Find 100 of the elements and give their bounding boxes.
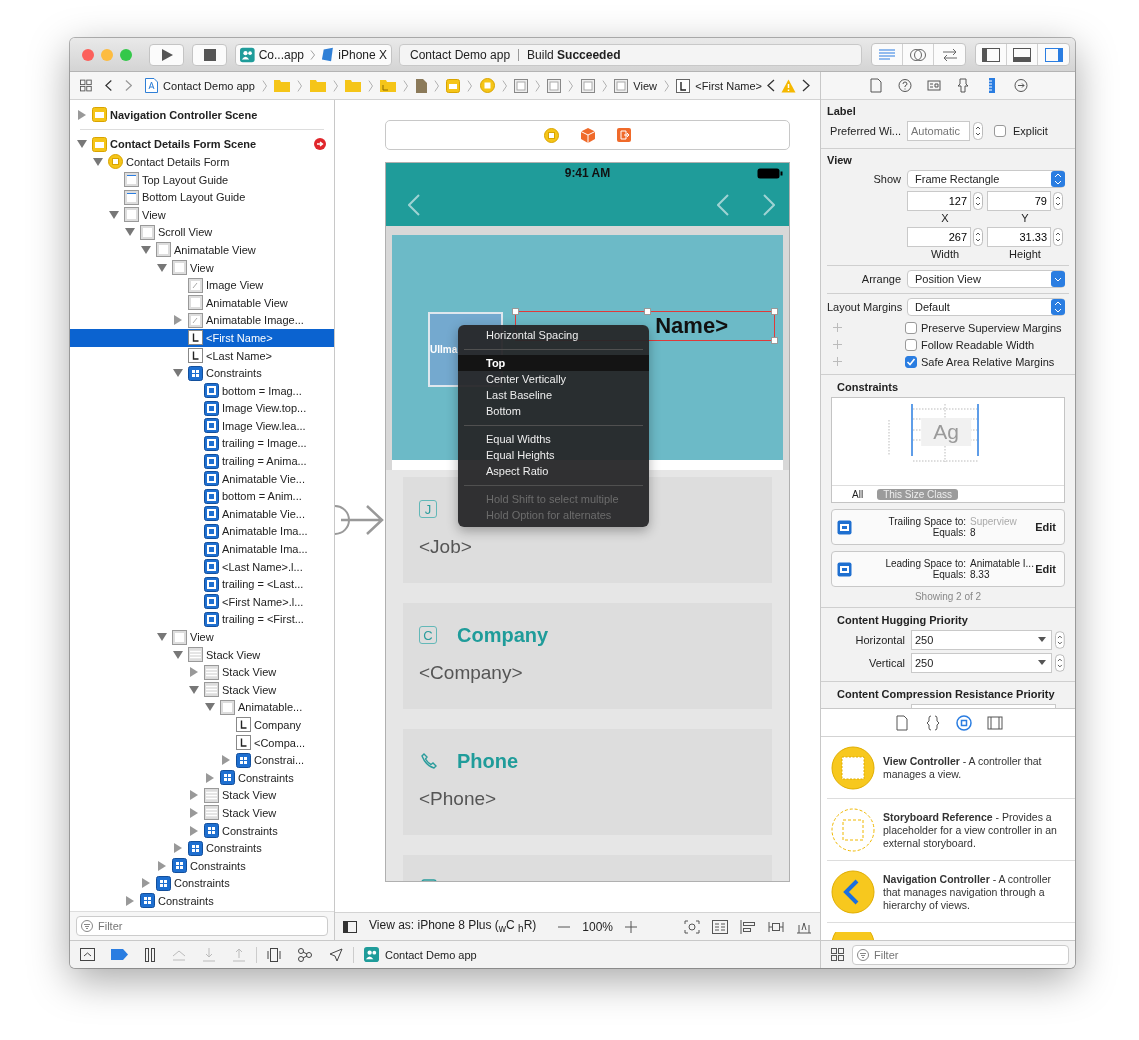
disclosure-triangle-icon[interactable]: [190, 807, 198, 818]
path-item[interactable]: [415, 78, 427, 93]
outline-item[interactable]: Constraints: [70, 856, 334, 875]
disclosure-triangle-icon[interactable]: [126, 895, 134, 906]
stepper[interactable]: [1055, 631, 1065, 649]
debug-target[interactable]: Contact Demo app: [385, 948, 477, 961]
disclosure-triangle-icon[interactable]: [174, 843, 182, 854]
outline-item[interactable]: Constraints: [70, 364, 334, 382]
disclosure-triangle-icon[interactable]: [190, 790, 198, 801]
path-item[interactable]: [446, 78, 461, 93]
layout-margins-popup[interactable]: Default: [907, 298, 1065, 316]
menu-item[interactable]: Aspect Ratio: [458, 463, 649, 479]
outline-item[interactable]: Scroll View: [70, 223, 334, 242]
outline-label[interactable]: View: [190, 631, 214, 643]
priority-combo-box[interactable]: 250: [911, 653, 1053, 673]
stop-button[interactable]: [192, 43, 227, 66]
outline-label[interactable]: <Compa...: [254, 736, 306, 749]
menu-item[interactable]: Equal Widths: [458, 431, 649, 447]
outline-label[interactable]: Animatable Vie...: [222, 472, 305, 485]
outline-item[interactable]: View: [70, 205, 334, 224]
outline-label[interactable]: Stack View: [222, 806, 277, 819]
edit-button[interactable]: Edit: [1035, 521, 1056, 533]
filter-field[interactable]: Filter: [76, 916, 328, 936]
help-inspector-tab[interactable]: [896, 78, 913, 93]
outline-item[interactable]: Navigation Controller Scene: [70, 106, 334, 124]
menu-item[interactable]: Top: [458, 355, 649, 371]
disclosure-triangle-icon[interactable]: [190, 825, 198, 836]
disclosure-triangle-icon[interactable]: [173, 650, 183, 659]
stepper[interactable]: [973, 228, 983, 246]
outline-label[interactable]: Constraints: [206, 367, 262, 380]
outline-item[interactable]: Animatable Ima...: [70, 522, 334, 541]
outline-label[interactable]: Constraints: [238, 771, 294, 784]
outline-item[interactable]: trailing = Image...: [70, 434, 334, 453]
outline-item[interactable]: Company: [70, 716, 334, 734]
outline-item[interactable]: Top Layout Guide: [70, 170, 334, 189]
outline-item[interactable]: Stack View: [70, 681, 334, 699]
disclosure-triangle-icon[interactable]: [189, 685, 199, 694]
sidebar-icon[interactable]: [343, 920, 357, 933]
show-popup[interactable]: Frame Rectangle: [907, 170, 1065, 188]
stepper[interactable]: [973, 122, 983, 140]
stepper[interactable]: [973, 192, 983, 210]
arrange-popup[interactable]: Position View: [907, 270, 1065, 288]
outline-item[interactable]: Constraints: [70, 839, 334, 857]
previous-icon[interactable]: [717, 193, 729, 216]
outline-item[interactable]: <Last Name>: [70, 346, 334, 365]
outline-label[interactable]: Navigation Controller Scene: [110, 108, 258, 121]
explicit-checkbox[interactable]: [994, 125, 1006, 137]
outline-label[interactable]: Animatable Ima...: [222, 525, 308, 538]
breakpoints-icon[interactable]: [111, 949, 128, 960]
add-constraints-icon[interactable]: [768, 919, 784, 934]
disclosure-triangle-icon[interactable]: [157, 263, 167, 272]
path-item[interactable]: View: [614, 78, 657, 93]
disclosure-triangle-icon[interactable]: [157, 633, 167, 641]
path-label[interactable]: Contact Demo app: [163, 79, 255, 92]
controller-icon[interactable]: [544, 127, 559, 143]
forward-icon[interactable]: [124, 79, 133, 92]
device-name[interactable]: iPhone X: [338, 47, 387, 62]
outline-item[interactable]: bottom = Anim...: [70, 487, 334, 506]
outline-label[interactable]: Animatable View: [206, 296, 288, 309]
disclosure-triangle-icon[interactable]: [125, 228, 135, 237]
priority-combo-box[interactable]: 250: [911, 630, 1053, 650]
outline-item[interactable]: Animatable View: [70, 293, 334, 312]
outline-item[interactable]: Stack View: [70, 786, 334, 805]
outline-item[interactable]: trailing = <First...: [70, 610, 334, 629]
outline-label[interactable]: View: [142, 208, 166, 221]
identity-inspector-tab[interactable]: [925, 78, 942, 93]
menu-item[interactable]: Center Vertically: [458, 371, 649, 387]
outline-label[interactable]: Animatable...: [238, 701, 303, 714]
outline-label[interactable]: Stack View: [222, 789, 277, 802]
outline-label[interactable]: <First Name>.l...: [222, 595, 304, 608]
outline-label[interactable]: Constraints: [222, 824, 278, 837]
outline-item[interactable]: Animatable Vie...: [70, 469, 334, 488]
outline-label[interactable]: Company: [254, 719, 302, 731]
outline-item[interactable]: Constraints: [70, 768, 334, 787]
align-icon[interactable]: [740, 919, 756, 934]
disclosure-triangle-icon[interactable]: [158, 860, 166, 871]
cube-icon[interactable]: [581, 127, 595, 143]
media-library-tab[interactable]: [986, 714, 1003, 731]
outline-label[interactable]: Animatable View: [174, 243, 256, 256]
location-icon[interactable]: [329, 947, 343, 962]
option-checkbox[interactable]: [905, 338, 917, 351]
outline-label[interactable]: Bottom Layout Guide: [142, 191, 246, 204]
outline-label[interactable]: Image View: [206, 279, 264, 292]
disclosure-triangle-icon[interactable]: [77, 140, 87, 149]
outline-label[interactable]: <Last Name>.l...: [222, 560, 303, 573]
outline-item[interactable]: Constrai...: [70, 751, 334, 769]
outline-label[interactable]: Constraints: [190, 859, 246, 872]
outline-label[interactable]: Constraints: [174, 877, 230, 890]
option-checkbox[interactable]: [905, 355, 917, 368]
hide-debug-icon[interactable]: [80, 948, 95, 961]
outline-label[interactable]: Animatable Ima...: [222, 543, 308, 556]
outline-label[interactable]: Constraints: [158, 894, 214, 907]
resize-handle[interactable]: [512, 308, 519, 315]
preferred-width-field[interactable]: Automatic: [907, 121, 970, 141]
exit-icon[interactable]: [617, 128, 631, 142]
library-item[interactable]: Navigation Controller - A controller that manages navigation through a hierarchy of views.: [827, 861, 1075, 923]
outline-label[interactable]: <First Name>: [206, 331, 273, 344]
stepper[interactable]: [1053, 228, 1063, 246]
outline-item[interactable]: <First Name>.l...: [70, 593, 334, 611]
outline-label[interactable]: trailing = Image...: [222, 437, 307, 450]
